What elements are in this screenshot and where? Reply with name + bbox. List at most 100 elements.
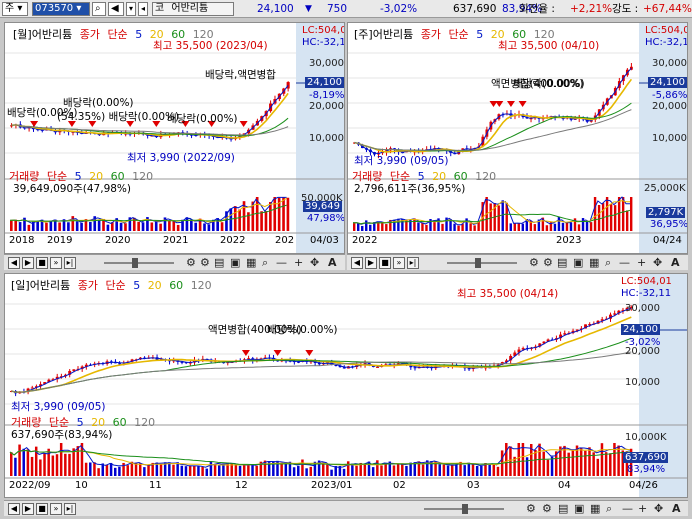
weekly-scroll-right-icon[interactable]: ▶	[365, 257, 377, 269]
weekly-fast-forward-icon[interactable]: »	[393, 257, 405, 269]
monthly-stop-icon[interactable]: ■	[36, 257, 48, 269]
volume-bar	[326, 464, 329, 476]
weekly-date-2022: 2022	[352, 235, 378, 246]
monthly-chart-canvas[interactable]	[5, 23, 345, 254]
weekly-stop-icon[interactable]: ■	[379, 257, 391, 269]
monthly-end-icon[interactable]: ▸|	[64, 257, 76, 269]
volume-bar	[185, 217, 189, 231]
daily-chart-canvas[interactable]	[5, 274, 688, 498]
strength-label: 강도 :	[612, 3, 639, 15]
prev-icon[interactable]: ◂	[138, 2, 148, 16]
daily-ma120-label: 120	[190, 279, 212, 292]
market-select[interactable]: 주 ▾	[2, 2, 28, 16]
monthly-price-box: 24,100	[305, 77, 344, 88]
monthly-vol-value: 39,649,090주(47,98%)	[13, 183, 132, 195]
moving-average-line	[11, 351, 632, 393]
monthly-print-icon[interactable]: ▦	[246, 256, 256, 270]
weekly-zoom-in-icon[interactable]: +	[637, 256, 646, 270]
daily-scroll-left-icon[interactable]: ◀	[8, 503, 20, 515]
monthly-scale-20000: 20,000	[309, 101, 344, 112]
weekly-chart-canvas[interactable]	[348, 23, 688, 254]
weekly-print-icon[interactable]: ▦	[589, 256, 599, 270]
daily-ann-dividend: 배당락(0.00%)	[267, 324, 338, 336]
volume-bar	[172, 464, 175, 476]
daily-zoom-out-icon[interactable]: —	[622, 502, 633, 516]
monthly-fast-forward-icon[interactable]: »	[50, 257, 62, 269]
weekly-search-icon[interactable]: ⌕	[605, 256, 611, 270]
daily-zoom-in-icon[interactable]: +	[638, 502, 647, 516]
weekly-zoom-slider[interactable]	[447, 262, 517, 264]
monthly-text-icon[interactable]: A	[328, 256, 337, 270]
weekly-zoom-out-icon[interactable]: —	[619, 256, 630, 270]
monthly-ann-dividend-3: 배당락(0.00%)	[167, 113, 238, 125]
weekly-zoom-thumb[interactable]	[475, 258, 481, 268]
volume-bar	[617, 445, 620, 476]
daily-scroll-right-icon[interactable]: ▶	[22, 503, 34, 515]
volume-bar	[49, 220, 53, 231]
daily-move-icon[interactable]: ✥	[654, 502, 663, 516]
search-icon[interactable]: ⌕	[92, 2, 106, 16]
weekly-move-icon[interactable]: ✥	[653, 256, 662, 270]
daily-bars-icon[interactable]: ▤	[558, 502, 568, 516]
weekly-save-icon[interactable]: ▣	[573, 256, 583, 270]
weekly-low-annotation: 최저 3,990 (09/05)	[354, 155, 449, 167]
monthly-gear-icon[interactable]: ⚙	[200, 256, 210, 270]
candle-body	[376, 366, 379, 368]
daily-save-icon[interactable]: ▣	[574, 502, 584, 516]
volume-bar	[76, 446, 80, 476]
daily-zoom-thumb[interactable]	[462, 504, 468, 514]
monthly-scroll-left-icon[interactable]: ◀	[8, 257, 20, 269]
daily-text-icon[interactable]: A	[672, 502, 681, 516]
daily-stop-icon[interactable]: ■	[36, 503, 48, 515]
volume-bar	[565, 222, 569, 231]
volume-bar	[184, 466, 188, 476]
monthly-zoom-in-icon[interactable]: +	[294, 256, 303, 270]
volume-bar	[569, 222, 573, 231]
volume-bar	[438, 464, 441, 476]
monthly-control-bar: ◀ ▶ ■ » ▸| ⚙ ⚙ ▤ ▣ ▦ ⌕ — + ✥ A	[4, 254, 345, 270]
turnover-value: +2,21%	[570, 3, 613, 15]
daily-price-pct: -3,02%	[625, 337, 661, 348]
weekly-gear-icon[interactable]: ⚙	[543, 256, 553, 270]
volume-bar	[521, 223, 525, 231]
daily-fast-forward-icon[interactable]: »	[50, 503, 62, 515]
daily-chart-panel[interactable]: [일]어반리튬 종가 단순 5 20 60 120 LC:504,01 HC:-…	[4, 273, 688, 498]
daily-search-icon[interactable]: ⌕	[606, 502, 612, 516]
volume-bar	[114, 467, 117, 476]
daily-price-box: 24,100	[621, 324, 660, 335]
volume-bar	[284, 463, 288, 476]
monthly-search-icon[interactable]: ⌕	[262, 256, 268, 270]
monthly-scroll-right-icon[interactable]: ▶	[22, 257, 34, 269]
stock-code-input[interactable]: 073570 ▾	[32, 2, 90, 16]
weekly-scroll-left-icon[interactable]: ◀	[351, 257, 363, 269]
weekly-text-icon[interactable]: A	[671, 256, 680, 270]
weekly-settings-icon[interactable]: ⚙	[529, 256, 539, 270]
daily-high-annotation: 최고 35,500 (04/14)	[457, 288, 559, 300]
monthly-settings-icon[interactable]: ⚙	[186, 256, 196, 270]
monthly-date-2021: 2021	[163, 235, 189, 246]
daily-gear-icon[interactable]: ⚙	[542, 502, 552, 516]
daily-end-icon[interactable]: ▸|	[64, 503, 76, 515]
volume-bar	[597, 204, 601, 231]
dropdown-icon[interactable]: ▾	[126, 2, 136, 16]
volume-bar	[571, 450, 575, 476]
volume-bar	[55, 454, 59, 476]
monthly-move-icon[interactable]: ✥	[310, 256, 319, 270]
monthly-zoom-thumb[interactable]	[132, 258, 138, 268]
monthly-zoom-out-icon[interactable]: —	[276, 256, 287, 270]
monthly-bars-icon[interactable]: ▤	[214, 256, 224, 270]
speaker-icon[interactable]: ◀	[108, 2, 124, 16]
weekly-end-icon[interactable]: ▸|	[407, 257, 419, 269]
monthly-save-icon[interactable]: ▣	[230, 256, 240, 270]
weekly-scale-20000: 20,000	[652, 101, 687, 112]
volume-bar	[533, 224, 537, 231]
daily-settings-icon[interactable]: ⚙	[526, 502, 536, 516]
weekly-chart-panel[interactable]: [주]어반리튬 종가 단순 5 20 60 120 LC:504,0 HC:-3…	[347, 22, 688, 254]
monthly-zoom-slider[interactable]	[104, 262, 174, 264]
volume-bar	[159, 223, 162, 231]
monthly-chart-panel[interactable]: [월]어반리튬 종가 단순 5 20 60 120 LC:504,0 HC:-3…	[4, 22, 345, 254]
monthly-price-pct: -8,19%	[309, 90, 345, 101]
weekly-bars-icon[interactable]: ▤	[557, 256, 567, 270]
daily-print-icon[interactable]: ▦	[590, 502, 600, 516]
volume-bar	[126, 465, 129, 476]
